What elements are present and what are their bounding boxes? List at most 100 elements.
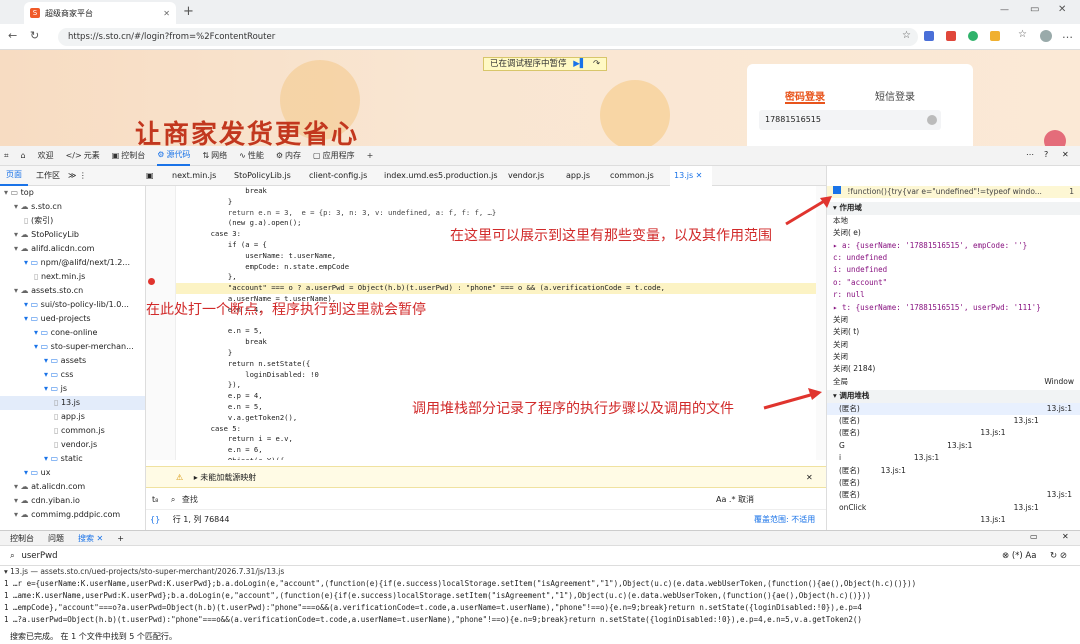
tree-item[interactable]: ▯ next.min.js — [0, 270, 145, 284]
search-result-line[interactable]: 1 …empCode},"account"===o?a.userPwd=Obje… — [0, 602, 1080, 614]
tree-item[interactable]: ▾ ☁ s.sto.cn — [0, 200, 145, 214]
tree-item[interactable]: ▾ ☁ assets.sto.cn — [0, 284, 145, 298]
tree-item[interactable]: ▾ ☁ commimg.pddpic.com — [0, 508, 145, 522]
close-window-icon[interactable]: ✕ — [1058, 4, 1066, 15]
search-options[interactable]: ⊗ (*) Aa — [1002, 546, 1036, 566]
file-tab[interactable]: common.js — [610, 171, 670, 180]
tab-sms-login[interactable]: 短信登录 — [875, 88, 915, 103]
file-tab[interactable]: StoPolicyLib.js — [234, 171, 309, 180]
replace-toggle-icon[interactable]: t₈ — [152, 495, 158, 504]
tree-item[interactable]: ▾ ▭ top — [0, 186, 145, 200]
scope-row[interactable]: 全局 Window — [827, 376, 1080, 388]
frame-location[interactable]: 13.js:1 — [881, 465, 906, 477]
drawer-tab-issues[interactable]: 问题 — [48, 533, 64, 544]
callstack-frame[interactable]: i 13.js:1 — [827, 452, 1080, 464]
search-result-line[interactable]: 1 …r e={userName:K.userName,userPwd:K.us… — [0, 578, 1080, 590]
more-tabs-button[interactable]: + — [367, 151, 374, 160]
scope-row[interactable]: 关闭 — [827, 351, 1080, 363]
tab-sources[interactable]: ⚙ 源代码 — [157, 146, 191, 166]
favorite-star-icon[interactable]: ☆ — [902, 30, 911, 41]
scope-row[interactable]: o: "account" — [827, 277, 1080, 289]
file-tab[interactable]: index.umd.es5.production.js — [384, 171, 508, 180]
tab-console[interactable]: ▣ 控制台 — [112, 150, 146, 161]
close-devtools-icon[interactable]: ✕ — [1062, 150, 1069, 159]
scope-row[interactable]: c: undefined — [827, 252, 1080, 264]
more-menu-icon[interactable]: … — [1062, 28, 1073, 41]
callstack-header[interactable]: ▾ 调用堆栈 — [827, 390, 1080, 403]
pretty-print-icon[interactable]: {} — [150, 515, 160, 524]
help-icon[interactable]: ? — [1044, 150, 1048, 159]
scope-row[interactable]: 关闭 — [827, 339, 1080, 351]
tree-item[interactable]: ▯ common.js — [0, 424, 145, 438]
file-tab[interactable]: app.js — [566, 171, 610, 180]
extension-icon[interactable] — [990, 31, 1000, 41]
tab-memory[interactable]: ⚙ 内存 — [276, 150, 301, 161]
tree-item[interactable]: ▾ ▭ static — [0, 452, 145, 466]
back-icon[interactable]: ← — [8, 29, 17, 42]
tree-item[interactable]: ▾ ☁ alifd.alicdn.com — [0, 242, 145, 256]
frame-location[interactable]: 13.js:1 — [1014, 415, 1039, 427]
tree-item[interactable]: ▯ app.js — [0, 410, 145, 424]
tree-item[interactable]: ▾ ▭ npm/@alifd/next/1.2... — [0, 256, 145, 270]
scope-row[interactable]: 关闭( t) — [827, 326, 1080, 338]
tab-elements[interactable]: </> 元素 — [66, 150, 100, 161]
tree-item[interactable]: ▾ ☁ cdn.yiban.io — [0, 494, 145, 508]
tab-password-login[interactable]: 密码登录 — [785, 88, 825, 103]
nav-more-icon[interactable]: ≫ ⋮ — [68, 171, 146, 180]
frame-location[interactable]: 13.js:1 — [980, 427, 1005, 439]
drawer-tab-search[interactable]: 搜索 ✕ — [78, 533, 103, 544]
scope-row[interactable]: r: null — [827, 289, 1080, 301]
tree-item[interactable]: ▾ ▭ assets — [0, 354, 145, 368]
search-result-line[interactable]: 1 …?a.userPwd=Object(h.b)(t.userPwd):"ph… — [0, 614, 1080, 626]
favorites-bar-icon[interactable]: ☆ — [1018, 29, 1027, 40]
scope-row[interactable]: 关闭( e) — [827, 227, 1080, 239]
callstack-frame[interactable]: (匿名) 13.js:1 — [827, 415, 1080, 427]
tree-item[interactable]: ▾ ▭ sui/sto-policy-lib/1.0... — [0, 298, 145, 312]
extension-icon[interactable] — [924, 31, 934, 41]
drawer-tab-console[interactable]: 控制台 — [10, 533, 34, 544]
extension-icon[interactable] — [968, 31, 978, 41]
tree-item[interactable]: ▾ ▭ ued-projects — [0, 312, 145, 326]
more-options-icon[interactable]: ⋯ — [1026, 150, 1034, 159]
callstack-frame[interactable]: onClick 13.js:1 — [827, 502, 1080, 524]
tree-item[interactable]: ▯ (索引) — [0, 214, 145, 228]
result-file-header[interactable]: ▾ 13.js — assets.sto.cn/ued-projects/sto… — [0, 566, 1080, 578]
breakpoint-marker-icon[interactable] — [148, 278, 155, 285]
tab-workspace[interactable]: 工作区 — [28, 170, 68, 181]
url-input[interactable]: https://s.sto.cn/#/login?from=%2Fcontent… — [58, 28, 918, 46]
tree-item[interactable]: ▯ vendor.js — [0, 438, 145, 452]
phone-input[interactable]: 17881516515 — [759, 110, 941, 130]
find-options[interactable]: Aa .* 取消 — [716, 490, 754, 510]
dock-icon[interactable]: ▭ — [1030, 532, 1038, 541]
tree-item[interactable]: ▾ ▭ cone-online — [0, 326, 145, 340]
file-tab[interactable]: vendor.js — [508, 171, 566, 180]
close-drawer-icon[interactable]: ✕ — [1062, 532, 1069, 541]
tree-item[interactable]: ▾ ☁ at.alicdn.com — [0, 480, 145, 494]
tree-item[interactable]: ▾ ☁ StoPolicyLib — [0, 228, 145, 242]
tree-item[interactable]: ▯ 13.js — [0, 396, 145, 410]
file-tab[interactable]: client-config.js — [309, 171, 384, 180]
browser-tab[interactable]: S 超级商家平台 ✕ — [24, 2, 176, 24]
inspect-icon[interactable]: ⌂ — [21, 151, 26, 160]
drawer-add-icon[interactable]: + — [117, 534, 124, 543]
reload-icon[interactable]: ↻ — [30, 29, 39, 42]
clear-input-icon[interactable] — [927, 115, 937, 125]
frame-location[interactable]: 13.js:1 — [1047, 403, 1072, 415]
floating-help-icon[interactable] — [1044, 130, 1066, 146]
close-tab-icon[interactable]: ✕ — [163, 9, 170, 18]
callstack-frame[interactable]: (匿名) 13.js:1 — [827, 489, 1080, 511]
tree-item[interactable]: ▾ ▭ js — [0, 382, 145, 396]
frame-location[interactable]: 13.js:1 — [914, 452, 939, 464]
breakpoint-item[interactable]: !function(){try{var e="undefined"!=typeo… — [827, 186, 1080, 199]
tree-item[interactable]: ▾ ▭ sto-super-merchan... — [0, 340, 145, 354]
callstack-frame[interactable]: (匿名) 13.js:1 — [827, 402, 1080, 416]
frame-location[interactable]: 13.js:1 — [1014, 502, 1039, 514]
refresh-search-icon[interactable]: ↻ ⊘ — [1050, 546, 1067, 566]
tab-application[interactable]: ▢ 应用程序 — [313, 150, 355, 161]
tab-network[interactable]: ⇅ 网络 — [202, 150, 227, 161]
find-input[interactable]: 查找 — [182, 495, 198, 504]
frame-location[interactable]: 13.js:1 — [947, 440, 972, 452]
scope-row[interactable]: ▸ t: {userName: '17881516515', userPwd: … — [827, 302, 1080, 314]
tab-page[interactable]: 页面 — [0, 166, 28, 186]
callstack-frame[interactable]: (匿名) 13.js:1 — [827, 477, 1080, 499]
